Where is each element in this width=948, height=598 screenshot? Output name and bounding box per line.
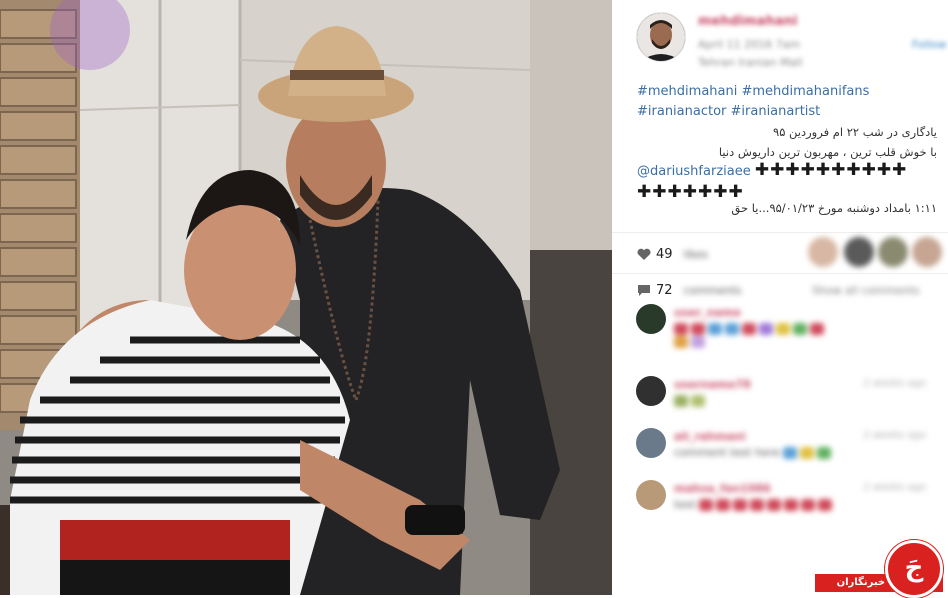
comment-time-blurred: 2 weeks ago — [863, 482, 926, 493]
comment-item: username78 2 weeks ago — [636, 376, 946, 416]
location-blurred: Tehran Iranian Mall — [698, 56, 803, 69]
post-photo[interactable] — [0, 0, 612, 595]
hashtags-line-1[interactable]: #mehdimahani #mehdimahanifans — [637, 82, 937, 102]
load-more-blurred[interactable]: Show all comments — [812, 284, 920, 297]
comment-item: mahsa_fan1986 2 weeks ago text — [636, 480, 946, 520]
caption-line-1: یادگاری در شب ۲۲ ام فروردین ۹۵ — [773, 125, 937, 139]
heart-icon[interactable] — [637, 248, 651, 261]
comment-text-blurred — [674, 322, 827, 348]
post-sidebar: mehdimahani April 11 2016 7am Tehran Ira… — [612, 0, 948, 595]
commenter-avatar[interactable] — [636, 428, 666, 458]
comment-text-blurred: text — [674, 498, 835, 511]
commenter-name-blurred[interactable]: ali_rahmani — [674, 430, 746, 443]
username-blurred[interactable]: mehdimahani — [698, 14, 797, 29]
follow-button-blurred[interactable]: Follow — [912, 38, 947, 51]
commenter-name-blurred[interactable]: user_name — [674, 306, 741, 319]
commenter-name-blurred[interactable]: mahsa_fan1986 — [674, 482, 771, 495]
commenter-avatar[interactable] — [636, 480, 666, 510]
speech-bubble-icon[interactable] — [637, 284, 651, 297]
comments-count-row[interactable]: 72 comments — [637, 283, 742, 298]
caption-timestamp: ۱:۱۱ بامداد دوشنبه مورخ ۹۵/۰۱/۲۳...یا حق — [731, 201, 937, 215]
watermark-glyph: جَ — [885, 540, 943, 598]
commenter-avatar[interactable] — [636, 304, 666, 334]
mention-link[interactable]: @dariushfarziaee — [637, 164, 751, 179]
watermark-logo: باشگاه خبرنگاران جَ — [815, 540, 943, 598]
likes-count: 49 — [656, 247, 673, 262]
comment-item: ali_rahmani 2 weeks ago comment text her… — [636, 428, 946, 468]
comment-item: user_name — [636, 304, 946, 348]
hashtags-line-2[interactable]: #iranianactor #iranianartist — [637, 102, 937, 122]
likes-row[interactable]: 49 likes — [637, 247, 708, 262]
commenter-avatar[interactable] — [636, 376, 666, 406]
caption-line-2: با خوش قلب ترین ، مهربون ترین داریوش دنی… — [718, 145, 937, 159]
comment-text-blurred — [674, 394, 708, 407]
profile-avatar[interactable] — [636, 12, 686, 62]
comment-text-blurred: comment text here — [674, 446, 834, 459]
comments-label-blurred: comments — [683, 284, 742, 297]
liker-avatar[interactable] — [844, 237, 874, 267]
commenter-name-blurred[interactable]: username78 — [674, 378, 751, 391]
likes-label-blurred: likes — [683, 248, 709, 261]
comment-time-blurred: 2 weeks ago — [863, 378, 926, 389]
mention-block: @dariushfarziaee ✚✚✚✚✚✚✚✚✚✚ ✚✚✚✚✚✚✚ — [637, 160, 947, 202]
liker-avatar[interactable] — [878, 237, 908, 267]
avatar-image — [637, 13, 685, 61]
divider — [612, 273, 948, 274]
comments-count: 72 — [656, 283, 673, 298]
divider — [612, 232, 948, 233]
post-photo-art — [0, 0, 612, 595]
liker-avatar[interactable] — [912, 237, 942, 267]
post-date-blurred: April 11 2016 7am — [698, 38, 801, 51]
liker-avatar[interactable] — [808, 237, 838, 267]
hashtags[interactable]: #mehdimahani #mehdimahanifans #iranianac… — [637, 82, 937, 122]
plus-signs-1: ✚✚✚✚✚✚✚✚✚✚ — [754, 160, 908, 180]
comment-time-blurred: 2 weeks ago — [863, 430, 926, 441]
plus-signs-2: ✚✚✚✚✚✚✚ — [637, 182, 744, 202]
